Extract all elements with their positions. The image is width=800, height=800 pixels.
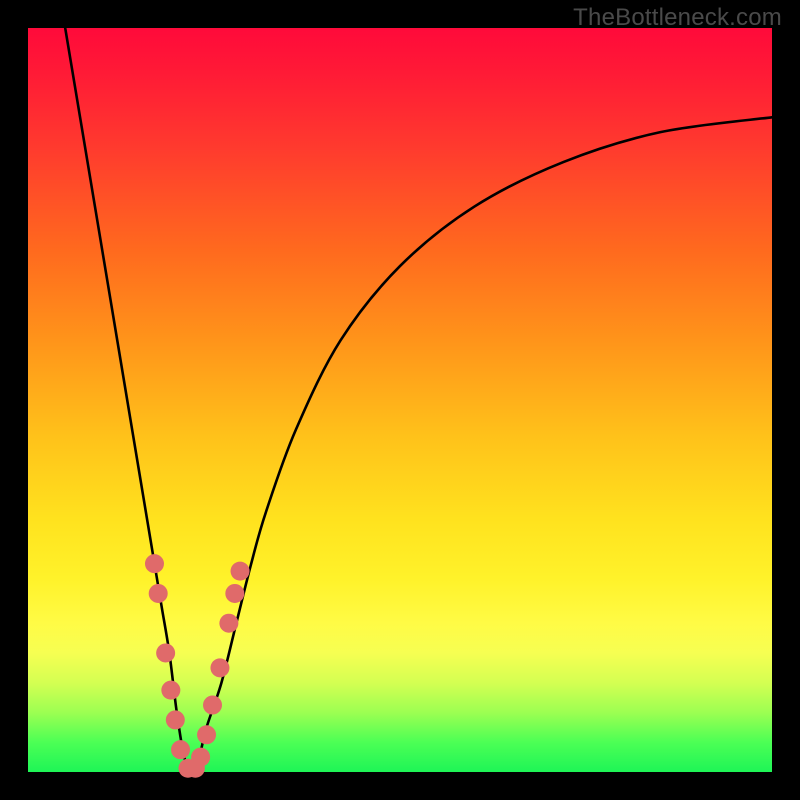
marker-dot	[203, 696, 222, 715]
curve-markers	[145, 554, 250, 778]
marker-dot	[231, 562, 250, 581]
marker-dot	[197, 725, 216, 744]
watermark-text: TheBottleneck.com	[573, 4, 782, 32]
marker-dot	[225, 584, 244, 603]
marker-dot	[210, 658, 229, 677]
marker-dot	[145, 554, 164, 573]
marker-dot	[191, 748, 210, 767]
marker-dot	[219, 614, 238, 633]
marker-dot	[161, 681, 180, 700]
marker-dot	[166, 710, 185, 729]
marker-dot	[149, 584, 168, 603]
marker-dot	[156, 643, 175, 662]
plot-area	[28, 28, 772, 772]
chart-svg	[28, 28, 772, 772]
marker-dot	[171, 740, 190, 759]
chart-frame: TheBottleneck.com	[0, 0, 800, 800]
